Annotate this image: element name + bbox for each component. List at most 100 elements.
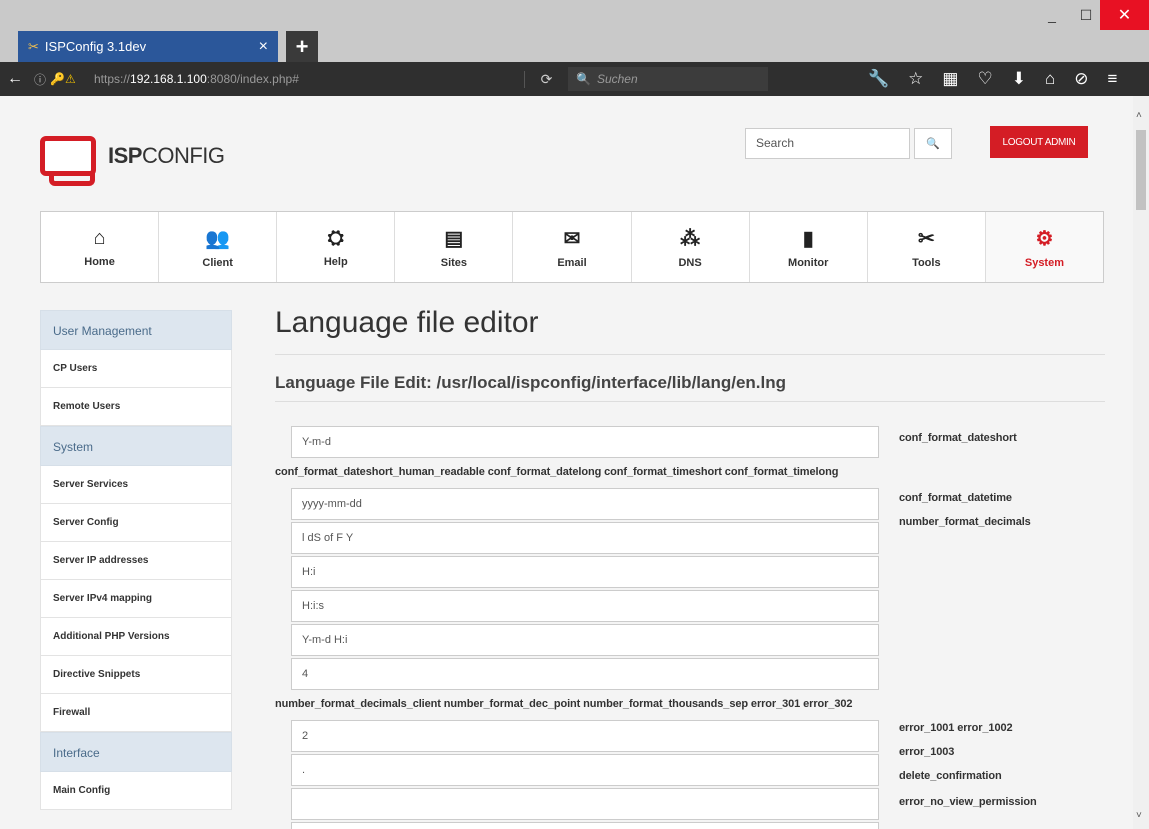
browser-tab[interactable]: ✂ ISPConfig 3.1dev × <box>18 31 278 62</box>
nav-monitor[interactable]: ▮ Monitor <box>750 212 868 282</box>
sidebar-item-server-ip-addresses[interactable]: Server IP addresses <box>40 542 232 580</box>
nav-home[interactable]: ⌂ Home <box>41 212 160 282</box>
browser-navbar: ← ⓘ 🔑⚠ https://192.168.1.100:8080/index.… <box>0 62 1149 96</box>
nav-label: Client <box>202 256 233 269</box>
logo-mark-icon <box>40 136 96 186</box>
back-arrow-icon[interactable]: ← <box>0 70 30 88</box>
tab-close-icon[interactable]: × <box>259 38 268 56</box>
field-label: error_1003 <box>899 746 955 758</box>
nav-help[interactable]: ⛭ Help <box>277 212 396 282</box>
new-tab-button[interactable]: + <box>286 31 318 62</box>
ispconfig-logo[interactable]: ISPCONFIG <box>40 136 225 186</box>
language-form: Y-m-d conf_format_dateshort conf_format_… <box>275 426 1115 829</box>
sidebar-item-server-config[interactable]: Server Config <box>40 504 232 542</box>
lang-field[interactable]: . <box>291 754 879 786</box>
nav-label: Monitor <box>788 256 829 269</box>
field-label: error_1001 error_1002 <box>899 722 1013 734</box>
field-label: number_format_decimals_client number_for… <box>275 698 853 710</box>
bookmark-star-icon[interactable]: ☆ <box>908 69 923 89</box>
nav-label: Home <box>84 255 115 268</box>
download-icon[interactable]: ⬇ <box>1012 69 1026 89</box>
addon-icon[interactable]: ⊘ <box>1074 69 1088 89</box>
pocket-icon[interactable]: ♡ <box>977 69 992 89</box>
nav-label: Tools <box>912 256 941 269</box>
nav-label: Sites <box>440 256 468 269</box>
sidebar-item-directive-snippets[interactable]: Directive Snippets <box>40 656 232 694</box>
lang-field[interactable]: H:i <box>291 556 879 588</box>
window-close-button[interactable]: ✕ <box>1100 0 1149 30</box>
search-input[interactable]: Search <box>745 128 910 159</box>
url-bar[interactable]: https://192.168.1.100:8080/index.php# <box>94 72 524 86</box>
field-label: delete_confirmation <box>899 770 1002 782</box>
page-subtitle: Language File Edit: /usr/local/ispconfig… <box>275 373 1105 402</box>
scroll-down-icon[interactable]: ˅ <box>1136 810 1142 821</box>
tools-icon: ✂ <box>28 38 39 54</box>
lang-field[interactable] <box>291 822 879 829</box>
sites-icon: ▤ <box>444 227 464 250</box>
nav-sites[interactable]: ▤ Sites <box>395 212 514 282</box>
nav-email[interactable]: ✉ Email <box>513 212 632 282</box>
url-scheme: https:// <box>94 72 131 86</box>
browser-search-input[interactable]: 🔍 Suchen <box>568 67 768 91</box>
logout-button[interactable]: LOGOUT ADMIN <box>990 126 1088 158</box>
lang-field[interactable]: 4 <box>291 658 879 690</box>
field-label: conf_format_dateshort <box>899 432 1017 444</box>
main-content: Language file editor Language File Edit:… <box>275 306 1105 402</box>
sidebar-item-server-services[interactable]: Server Services <box>40 466 232 504</box>
search-icon: 🔍 <box>926 138 940 150</box>
sidebar: User Management CP Users Remote Users Syste… <box>40 310 232 810</box>
lang-field[interactable] <box>291 788 879 820</box>
browser-toolbar-icons: 🔧 ☆ ▦ ♡ ⬇ ⌂ ⊘ ≡ <box>868 69 1117 89</box>
nav-label: Email <box>557 256 587 269</box>
nav-label: System <box>1024 256 1064 269</box>
sidebar-item-cp-users[interactable]: CP Users <box>40 350 232 388</box>
lang-field[interactable]: H:i:s <box>291 590 879 622</box>
reading-list-icon[interactable]: ▦ <box>942 69 958 89</box>
home-icon[interactable]: ⌂ <box>1045 69 1055 89</box>
lang-field[interactable]: l dS of F Y <box>291 522 879 554</box>
field-label: conf_format_dateshort_human_readable con… <box>275 466 839 478</box>
insecure-lock-icon[interactable]: 🔑⚠ <box>50 72 94 86</box>
field-label: conf_format_datetime <box>899 492 1012 504</box>
email-icon: ✉ <box>563 227 581 250</box>
menu-icon[interactable]: ≡ <box>1108 69 1118 89</box>
monitor-icon: ▮ <box>802 227 814 250</box>
client-icon: 👥 <box>205 227 231 250</box>
page-title: Language file editor <box>275 306 1105 355</box>
logo-text: ISPCONFIG <box>108 143 225 168</box>
nav-client[interactable]: 👥 Client <box>159 212 278 282</box>
help-icon: ⛭ <box>327 226 344 249</box>
page-scrollbar[interactable]: ˄ ˅ <box>1133 96 1149 829</box>
sidebar-item-remote-users[interactable]: Remote Users <box>40 388 232 426</box>
main-navigation: ⌂ Home 👥 Client ⛭ Help ▤ Sites ✉ Email ⁂ DNS ▮ Monito… <box>40 211 1104 283</box>
nav-dns[interactable]: ⁂ DNS <box>632 212 750 282</box>
tools-icon: ✂ <box>917 227 935 250</box>
sidebar-item-firewall[interactable]: Firewall <box>40 694 232 732</box>
nav-system[interactable]: ⚙ System <box>985 212 1103 282</box>
lang-field[interactable]: Y-m-d <box>291 426 879 458</box>
browser-search-placeholder: Suchen <box>596 72 638 86</box>
search-button[interactable]: 🔍 <box>914 128 952 159</box>
dns-icon: ⁂ <box>680 227 701 250</box>
home-icon: ⌂ <box>93 226 106 249</box>
search-icon: 🔍 <box>576 72 591 86</box>
wrench-icon[interactable]: 🔧 <box>868 69 889 89</box>
reload-icon[interactable]: ⟳ <box>524 70 568 88</box>
sidebar-section-header: User Management <box>40 310 232 350</box>
url-host: 192.168.1.100 <box>130 72 207 86</box>
sidebar-item-additional-php-versions[interactable]: Additional PHP Versions <box>40 618 232 656</box>
nav-label: Help <box>323 255 348 268</box>
system-icon: ⚙ <box>1035 227 1054 250</box>
lang-field[interactable]: 2 <box>291 720 879 752</box>
sidebar-item-server-ipv4-mapping[interactable]: Server IPv4 mapping <box>40 580 232 618</box>
scrollbar-thumb[interactable] <box>1136 130 1146 210</box>
sidebar-item-main-config[interactable]: Main Config <box>40 772 232 810</box>
lang-field[interactable]: Y-m-d H:i <box>291 624 879 656</box>
lang-field[interactable]: yyyy-mm-dd <box>291 488 879 520</box>
info-icon[interactable]: ⓘ <box>30 71 50 88</box>
field-label: error_no_view_permission <box>899 796 1037 808</box>
field-label: number_format_decimals <box>899 516 1031 528</box>
scroll-up-icon[interactable]: ˄ <box>1136 110 1142 121</box>
nav-tools[interactable]: ✂ Tools <box>868 212 986 282</box>
nav-label: DNS <box>678 256 702 269</box>
